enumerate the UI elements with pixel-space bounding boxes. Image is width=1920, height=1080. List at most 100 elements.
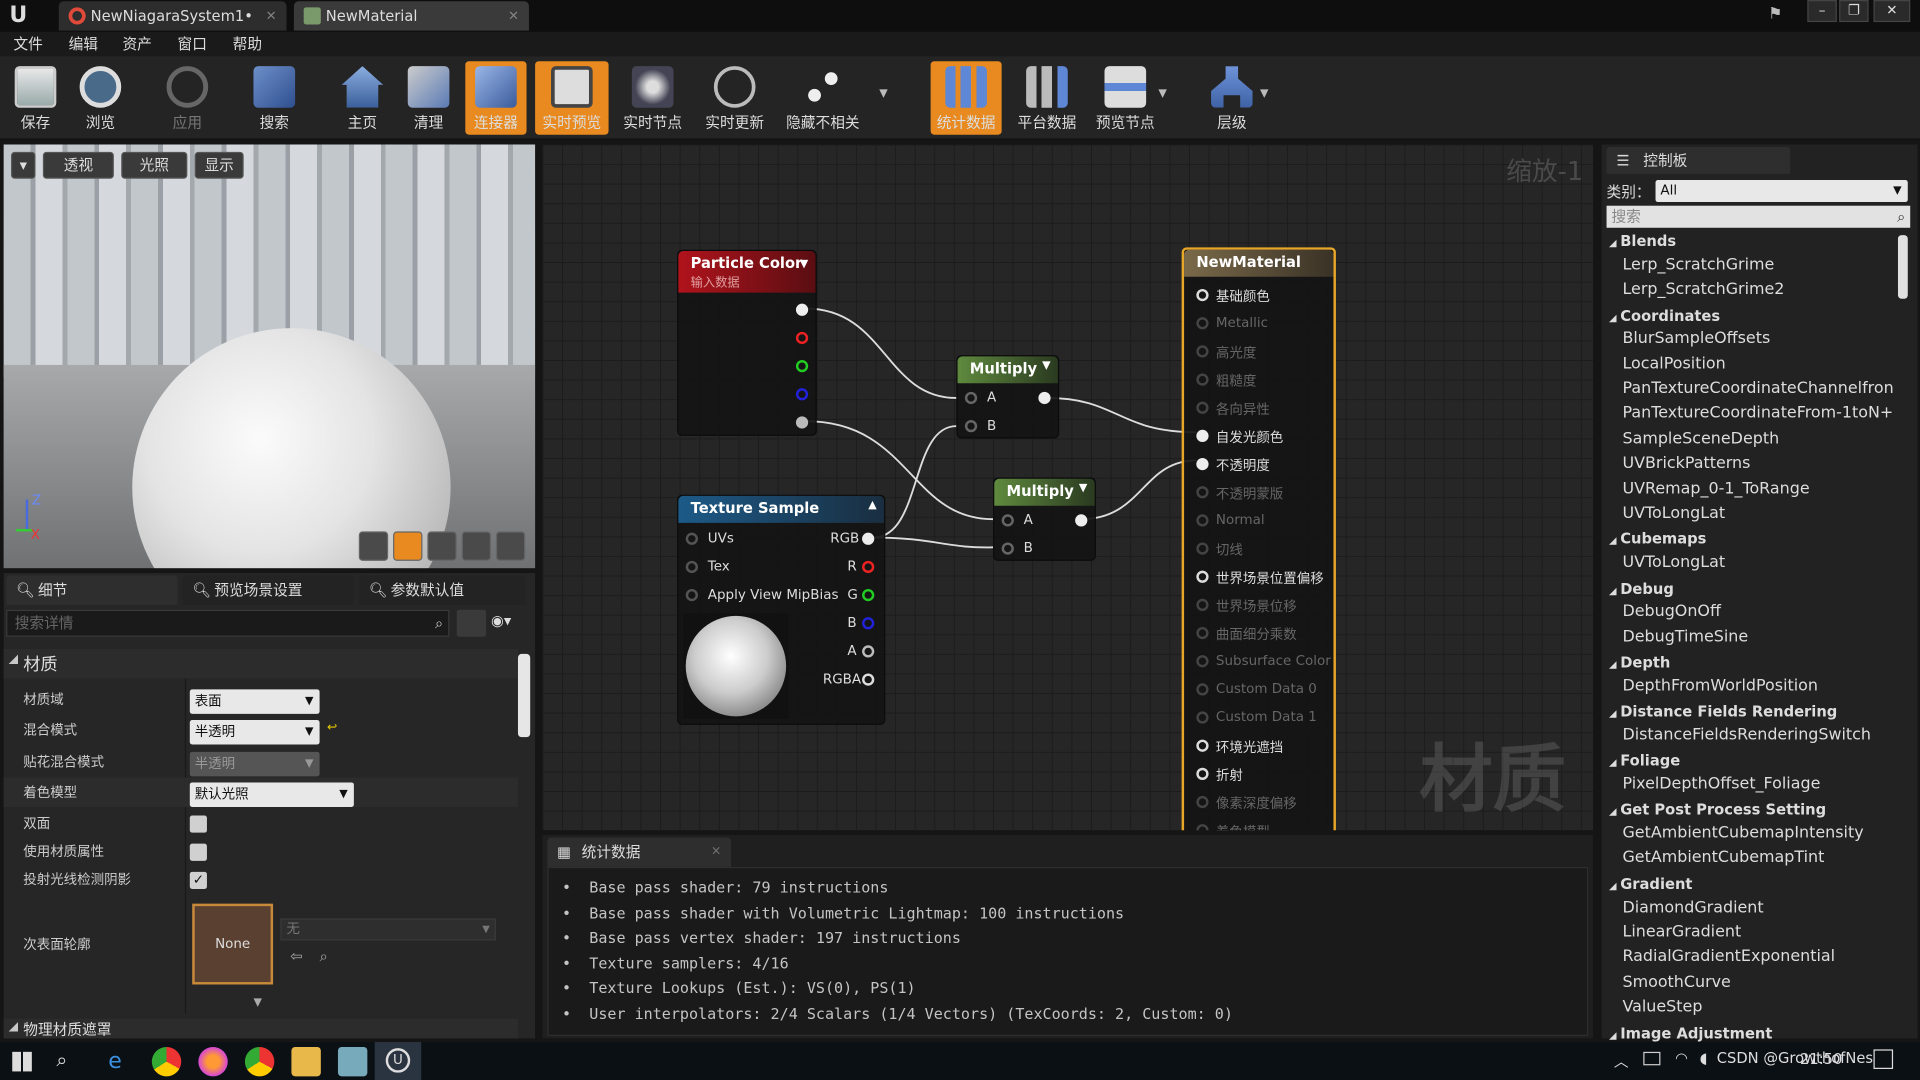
palette-item[interactable]: PanTextureCoordinateFrom-1toN+ (1622, 405, 1893, 423)
section-physical-material-mask[interactable]: ◢ 物理材质遮罩 (3, 1018, 518, 1039)
palette-category[interactable]: ◢ Get Post Process Setting (1609, 801, 1826, 818)
close-icon[interactable]: × (265, 1, 276, 30)
cylinder-preview-icon[interactable] (358, 531, 389, 561)
input-pin[interactable] (1196, 401, 1209, 414)
search-button[interactable]: 搜索 (242, 61, 306, 134)
input-pin-mipbias[interactable] (685, 588, 698, 602)
node-multiply-1[interactable]: Multiply ▼ A B (956, 355, 1060, 439)
palette-category[interactable]: ◢ Distance Fields Rendering (1609, 703, 1837, 720)
output-pin-b[interactable] (862, 617, 875, 630)
dropdown-arrow-icon[interactable]: ▼ (879, 88, 887, 100)
firefox-icon[interactable] (198, 1046, 228, 1077)
palette-item[interactable]: UVRemap_0-1_ToRange (1622, 480, 1809, 498)
palette-item[interactable]: RadialGradientExponential (1622, 948, 1835, 966)
palette-scrollbar[interactable] (1897, 235, 1908, 299)
live-nodes-button[interactable]: 实时节点 (617, 61, 688, 134)
output-pin-b[interactable] (795, 388, 809, 401)
output-pin-r[interactable] (795, 331, 809, 345)
palette-item[interactable]: LocalPosition (1622, 355, 1725, 373)
input-pin[interactable] (1196, 373, 1209, 386)
palette-item[interactable]: PixelDepthOffset_Foliage (1622, 775, 1820, 793)
input-pin[interactable] (1196, 795, 1209, 809)
input-pin[interactable] (1196, 542, 1209, 555)
palette-category[interactable]: ◢ Foliage (1609, 752, 1680, 769)
palette-item[interactable]: UVBrickPatterns (1622, 455, 1750, 473)
menu-asset[interactable]: 资产 (122, 32, 151, 56)
windows-start-icon[interactable] (12, 1051, 32, 1072)
input-pin[interactable] (1196, 345, 1209, 358)
dropdown-arrow-icon[interactable]: ▼ (1158, 88, 1166, 100)
plane-preview-icon[interactable] (427, 531, 457, 561)
palette-category[interactable]: ◢ Coordinates (1609, 307, 1720, 324)
details-scrollbar[interactable] (517, 653, 531, 738)
browse-button[interactable]: 浏览 (70, 61, 131, 134)
app-icon[interactable] (337, 1046, 368, 1077)
live-update-button[interactable]: 实时更新 (698, 61, 771, 134)
menu-file[interactable]: 文件 (13, 32, 42, 56)
palette-item[interactable]: BlurSampleOffsets (1622, 330, 1770, 348)
material-domain-select[interactable]: 表面 (189, 689, 320, 714)
palette-item[interactable]: GetAmbientCubemapIntensity (1622, 824, 1863, 842)
output-pin-r[interactable] (862, 560, 875, 574)
menu-window[interactable]: 窗口 (178, 32, 207, 56)
input-pin[interactable] (1196, 486, 1209, 499)
palette-item[interactable]: DebugOnOff (1622, 603, 1720, 621)
output-pin[interactable] (1038, 391, 1051, 405)
close-icon[interactable]: × (711, 838, 721, 867)
input-pin[interactable] (1196, 739, 1209, 752)
input-pin[interactable] (1196, 767, 1209, 781)
node-result-material[interactable]: NewMaterial 基础颜色 Metallic 高光度 粗糙度 各向异性 自发光颜色不… (1181, 247, 1336, 831)
palette-item[interactable]: DepthFromWorldPosition (1622, 677, 1818, 695)
tray-chevron-icon[interactable]: ︿ (1614, 1051, 1629, 1072)
hierarchy-button[interactable]: 层级 (1200, 61, 1264, 134)
tab-palette[interactable]: ☰ 控制板 (1606, 146, 1791, 174)
subsurface-profile-select[interactable]: 无 ▼ (280, 918, 496, 941)
section-material[interactable]: ◢ 材质 (3, 648, 518, 679)
output-pin-rgba[interactable] (862, 673, 875, 686)
input-pin[interactable] (1196, 288, 1209, 302)
input-pin[interactable] (1196, 514, 1209, 527)
volume-icon[interactable]: ◖ (1700, 1049, 1708, 1066)
viewport-options-button[interactable]: ▾ (11, 151, 36, 179)
preview-viewport[interactable]: ▾ 透视 光照 显示 Z X (3, 144, 536, 569)
palette-item[interactable]: DistanceFieldsRenderingSwitch (1622, 726, 1871, 744)
output-pin-rgb[interactable] (862, 532, 875, 545)
output-pin-g[interactable] (795, 360, 809, 373)
category-select[interactable]: All (1655, 180, 1908, 203)
feedback-icon[interactable]: ⚑ (1768, 5, 1790, 25)
input-pin[interactable] (1196, 317, 1209, 330)
input-pin[interactable] (1196, 655, 1209, 668)
output-pin[interactable] (1075, 514, 1088, 527)
output-pin-g[interactable] (862, 588, 875, 602)
browse-asset-icon[interactable]: ⌕ (320, 948, 328, 966)
two-sided-checkbox[interactable] (189, 815, 207, 833)
palette-item[interactable]: UVToLongLat (1622, 554, 1725, 572)
palette-category[interactable]: ◢ Cubemaps (1609, 531, 1706, 548)
connector-button[interactable]: 连接器 (465, 61, 527, 135)
palette-category[interactable]: ◢ Depth (1609, 654, 1670, 671)
menu-edit[interactable]: 编辑 (69, 32, 98, 56)
input-pin-a[interactable] (964, 391, 978, 405)
use-material-attributes-checkbox[interactable] (189, 843, 207, 861)
subsurface-profile-thumbnail[interactable]: None (192, 903, 274, 985)
apply-button[interactable]: 应用 (156, 61, 220, 134)
tab-preview-scene-settings[interactable]: 🔍︎ 预览场景设置 (182, 575, 354, 605)
file-explorer-icon[interactable] (291, 1046, 321, 1077)
tab-new-material[interactable]: NewMaterial × (293, 1, 529, 31)
close-icon[interactable]: × (508, 1, 519, 30)
input-pin-tex[interactable] (685, 560, 698, 574)
palette-item[interactable]: SampleSceneDepth (1622, 430, 1779, 448)
ray-traced-shadows-checkbox[interactable]: ✓ (189, 871, 207, 889)
preview-node-button[interactable]: 预览节点 (1090, 61, 1161, 134)
perspective-button[interactable]: 透视 (42, 151, 114, 179)
visibility-eye-icon[interactable]: ◉▾ (491, 612, 511, 629)
palette-category[interactable]: ◢ Debug (1609, 580, 1674, 597)
input-pin[interactable] (1196, 429, 1209, 443)
palette-search-input[interactable]: 搜索 ⌕ (1606, 205, 1911, 228)
reset-to-default-icon[interactable]: ↩ (327, 721, 337, 734)
ie-icon[interactable]: e (100, 1047, 129, 1076)
input-pin-uvs[interactable] (685, 532, 698, 545)
blend-mode-select[interactable]: 半透明 (189, 720, 320, 745)
show-button[interactable]: 显示 (194, 151, 244, 179)
teapot-preview-icon[interactable] (495, 531, 526, 561)
